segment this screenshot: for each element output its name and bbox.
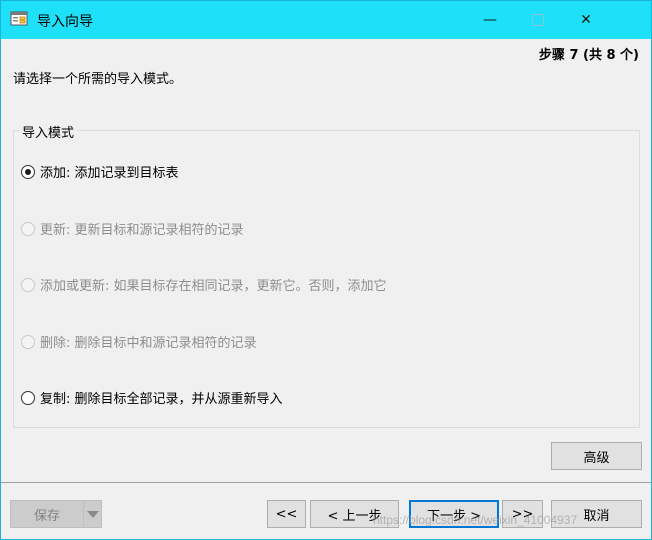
radio-button-icon	[21, 277, 35, 292]
title-bar[interactable]: 导入向导 — ✕	[1, 1, 651, 39]
maximize-button	[515, 1, 561, 39]
radio-option-update: 更新: 更新目标和源记录相符的记录	[21, 219, 244, 238]
radio-option-delete: 删除: 删除目标中和源记录相符的记录	[21, 332, 257, 351]
radio-button-icon	[21, 221, 35, 236]
import-wizard-icon	[10, 10, 28, 28]
save-dropdown-button	[83, 500, 102, 528]
radio-label: 更新: 更新目标和源记录相符的记录	[40, 223, 244, 238]
close-icon: ✕	[580, 12, 592, 28]
radio-button-icon[interactable]	[21, 390, 35, 405]
import-mode-title: 导入模式	[19, 122, 78, 141]
radio-label: 复制: 删除目标全部记录，并从源重新导入	[40, 392, 283, 407]
import-wizard-window: 导入向导 — ✕ 步骤 7 (共 8 个) 请选择一个所需的导入模式。 导入模式…	[0, 0, 652, 540]
chevron-down-icon	[86, 510, 99, 518]
footer-divider	[1, 482, 651, 483]
radio-option-copy[interactable]: 复制: 删除目标全部记录，并从源重新导入	[21, 388, 283, 407]
maximize-icon	[532, 14, 544, 26]
radio-button-icon	[21, 334, 35, 349]
step-indicator: 步骤 7 (共 8 个)	[538, 48, 639, 63]
minimize-icon: —	[483, 12, 497, 28]
advanced-button[interactable]: 高级	[551, 442, 642, 470]
watermark-url: https://blog.csdn.net/weixin_41004937	[373, 513, 578, 527]
radio-button-checked-icon[interactable]	[21, 164, 35, 179]
window-title: 导入向导	[37, 14, 93, 30]
radio-option-append[interactable]: 添加: 添加记录到目标表	[21, 162, 179, 181]
radio-option-append-or-update: 添加或更新: 如果目标存在相同记录，更新它。否则，添加它	[21, 275, 387, 294]
radio-label: 添加或更新: 如果目标存在相同记录，更新它。否则，添加它	[40, 279, 387, 294]
first-step-button[interactable]: <<	[267, 500, 306, 528]
radio-label: 添加: 添加记录到目标表	[40, 166, 179, 181]
save-button: 保存	[10, 500, 84, 528]
instruction-text: 请选择一个所需的导入模式。	[13, 72, 183, 87]
radio-label: 删除: 删除目标中和源记录相符的记录	[40, 336, 257, 351]
close-button[interactable]: ✕	[563, 1, 609, 39]
minimize-button[interactable]: —	[467, 1, 513, 39]
